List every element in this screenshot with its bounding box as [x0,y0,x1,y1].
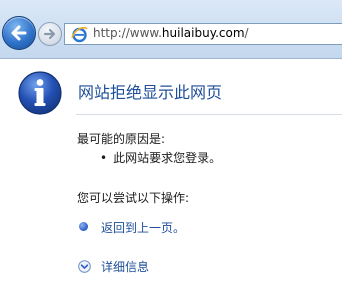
blue-bullet-icon [79,222,88,231]
divider [76,114,342,115]
cause-heading: 最可能的原因是: [77,132,166,146]
forward-arrow-icon [43,28,56,40]
forward-button[interactable] [38,22,62,46]
bullet-icon: • [100,151,108,165]
address-bar[interactable]: http://www.huilaibuy.com/ [64,23,342,45]
url-prefix: http://www. [93,26,162,40]
back-button[interactable] [2,16,36,50]
try-heading: 您可以尝试以下操作: [77,191,190,205]
back-arrow-icon [11,25,27,41]
info-icon [18,71,62,115]
cause-list-item: • 此网站要求您登录。 [100,149,221,166]
more-information-link[interactable]: 详细信息 [101,258,149,275]
back-to-previous-link[interactable]: 返回到上一页。 [101,219,185,236]
address-url: http://www.huilaibuy.com/ [93,26,249,40]
page-title: 网站拒绝显示此网页 [78,83,223,102]
cause-text: 此网站要求您登录。 [113,151,222,165]
browser-toolbar: http://www.huilaibuy.com/ [0,0,342,59]
url-domain: huilaibuy.com [161,26,245,40]
url-suffix: / [244,26,249,40]
ie-page-icon [71,26,88,43]
chevron-down-icon[interactable] [78,260,91,273]
